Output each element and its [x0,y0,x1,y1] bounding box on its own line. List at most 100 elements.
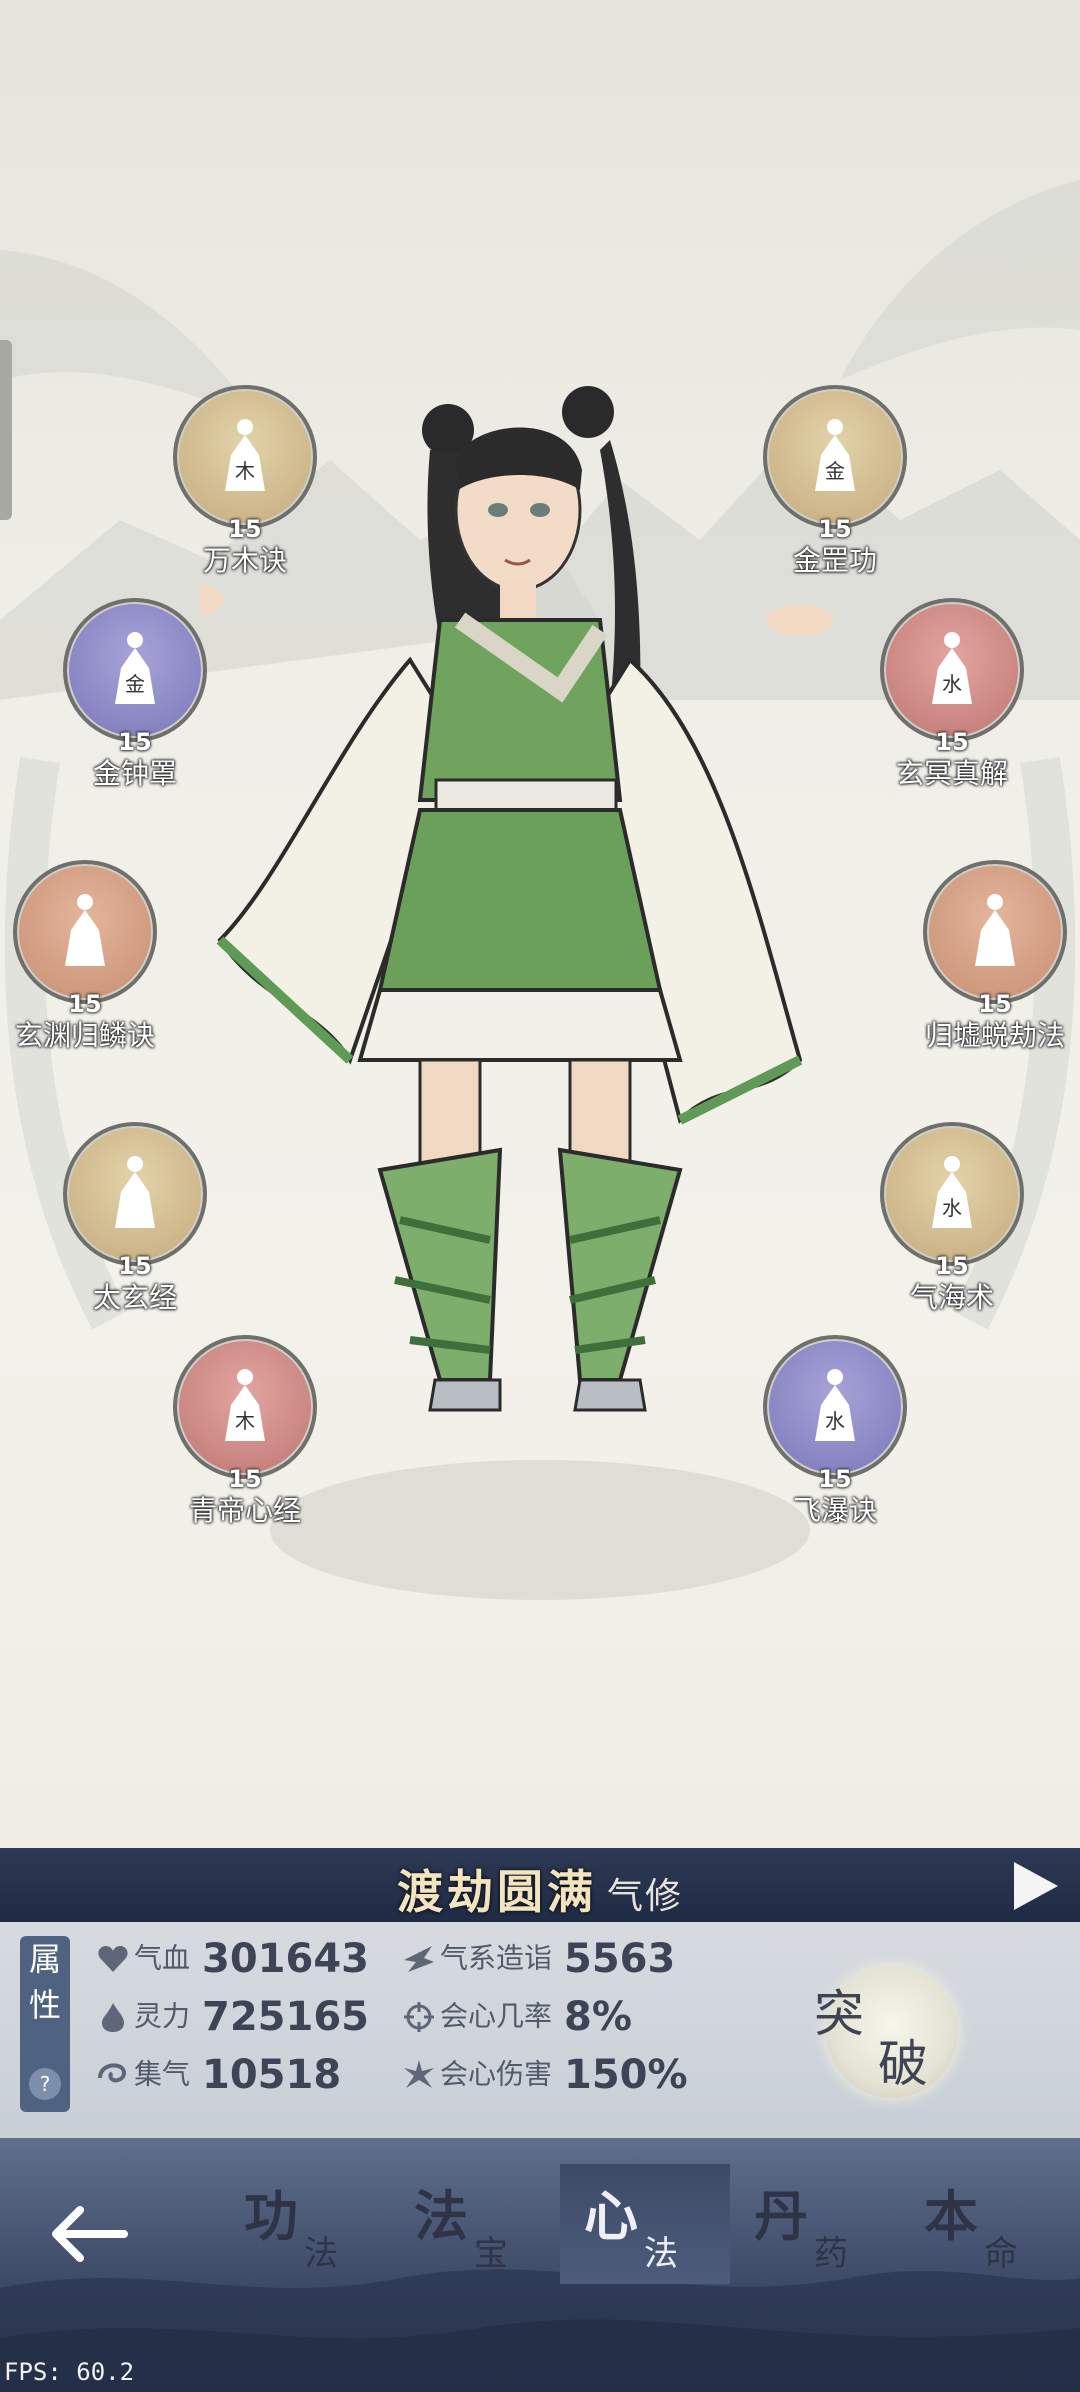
tab-gongfa[interactable]: 功 法 [220,2164,390,2284]
character-scene: 木 15 万木诀 金 15 金钟罩 15 玄渊归鳞诀 15 太玄经 木 15 青… [0,0,1080,1848]
tab-char: 心 [584,2184,638,2248]
attributes-tab[interactable]: 属 性 ? [20,1936,70,2112]
cultivator-icon [65,894,105,966]
bottom-nav: 功 法 法 宝 心 法 丹 药 本 命 FPS: 60.2 [0,2138,1080,2392]
skill-level: 15 [935,1252,969,1280]
stat-label: 气系造诣 [440,1941,553,1975]
skill-level: 15 [118,1252,152,1280]
skill-level: 15 [118,728,152,756]
burst-icon [404,2059,434,2088]
stat-huixin-dmg: 会心伤害 150% [402,2046,688,2102]
tab-xinfa[interactable]: 心 法 [560,2164,730,2284]
skill-medallion: 金 [763,385,907,529]
skill-qihai[interactable]: 水 15 气海术 [872,1122,1032,1316]
skill-name: 青帝心经 [188,1494,301,1527]
stat-label: 会心几率 [440,1999,553,2033]
stat-value: 5563 [564,1935,676,1982]
stat-value: 150% [564,2051,688,2098]
skill-medallion [923,860,1067,1004]
element-badge: 金 [819,455,851,487]
skill-name: 气海术 [909,1281,994,1314]
skill-medallion: 木 [173,385,317,529]
skill-level: 15 [228,515,262,543]
tab-fabao[interactable]: 法 宝 [390,2164,560,2284]
skill-level: 15 [68,990,102,1018]
crosshair-icon [404,2001,434,2032]
skill-name: 玄冥真解 [895,757,1008,790]
skill-wanmu[interactable]: 木 15 万木诀 [165,385,325,579]
skill-level: 15 [818,515,852,543]
tab-char-small: 命 [984,2234,1018,2274]
stat-label: 灵力 [134,1999,191,2033]
skill-xuanming[interactable]: 水 15 玄冥真解 [872,598,1032,792]
tab-char-small: 法 [644,2234,678,2274]
breakthrough-button[interactable]: 突 破 [814,1966,958,2098]
skill-name: 飞瀑诀 [792,1494,877,1527]
cultivator-icon [115,1156,155,1228]
skill-medallion: 水 [880,1122,1024,1266]
flame-icon [102,2002,124,2032]
cultivation-type: 气修 [606,1876,683,1917]
realm-name: 渡劫圆满 [396,1865,597,1919]
stat-label: 集气 [134,2057,191,2091]
stat-value: 8% [564,1993,632,2040]
tab-char-small: 宝 [474,2234,508,2274]
skill-medallion: 木 [173,1335,317,1479]
tab-char: 本 [924,2184,978,2248]
skill-guixu[interactable]: 15 归墟蜕劫法 [915,860,1075,1054]
skill-medallion: 水 [880,598,1024,742]
skill-name: 金罡功 [792,544,877,577]
element-badge: 水 [819,1405,851,1437]
skill-name: 金钟罩 [92,757,177,790]
skill-level: 15 [228,1465,262,1493]
stat-lingli: 灵力 725165 [96,1988,369,2044]
skill-name: 归墟蜕劫法 [924,1019,1065,1052]
skill-xuanyuan[interactable]: 15 玄渊归鳞诀 [5,860,165,1054]
skill-level: 15 [818,1465,852,1493]
skill-medallion [13,860,157,1004]
breakthrough-label: 破 [878,2035,928,2093]
fps-counter: FPS: 60.2 [4,2358,135,2386]
attributes-panel: 属 性 ? 气血 301643 灵力 725165 集气 10518 气系造诣 5563… [0,1922,1080,2138]
skill-qingdi[interactable]: 木 15 青帝心经 [165,1335,325,1529]
skill-name: 万木诀 [202,544,287,577]
realm-bar: 渡劫圆满 气修 [0,1848,1080,1922]
help-icon[interactable]: ? [29,2068,61,2100]
wind-icon [404,1945,434,1972]
breakthrough-label: 突 [814,1985,864,2043]
element-badge: 木 [229,1405,261,1437]
stat-huixin-rate: 会心几率 8% [402,1988,632,2044]
element-badge: 水 [936,1192,968,1224]
stat-value: 725165 [202,1993,370,2040]
tab-char: 法 [414,2184,468,2248]
tab-danyao[interactable]: 丹 药 [730,2164,900,2284]
side-drawer-handle[interactable] [0,340,12,520]
realm-title: 渡劫圆满 气修 [0,1856,1080,1922]
attributes-tab-label: 属 [28,1940,61,1978]
tab-char: 功 [244,2184,298,2248]
stat-qixue: 气血 301643 [96,1930,369,1986]
play-icon[interactable] [1014,1862,1058,1910]
skill-medallion: 金 [63,598,207,742]
skill-jinzhong[interactable]: 金 15 金钟罩 [55,598,215,792]
skill-medallion: 水 [763,1335,907,1479]
tab-benming[interactable]: 本 命 [900,2164,1070,2284]
stat-label: 气血 [134,1941,191,1975]
cultivator-icon [975,894,1015,966]
element-badge: 木 [229,455,261,487]
stat-label: 会心伤害 [440,2057,553,2091]
skill-medallion [63,1122,207,1266]
tab-char-small: 法 [304,2234,338,2274]
element-badge: 金 [119,668,151,700]
skill-feipu[interactable]: 水 15 飞瀑诀 [755,1335,915,1529]
skill-taixuan[interactable]: 15 太玄经 [55,1122,215,1316]
heart-icon [98,1945,128,1972]
arrow-left-icon[interactable] [50,2204,130,2264]
stat-value: 301643 [202,1935,370,1982]
skill-name: 玄渊归鳞诀 [14,1019,155,1052]
swirl-icon [98,2063,126,2082]
skill-jingang[interactable]: 金 15 金罡功 [755,385,915,579]
element-badge: 水 [936,668,968,700]
tab-char-small: 药 [814,2234,848,2274]
skill-level: 15 [978,990,1012,1018]
